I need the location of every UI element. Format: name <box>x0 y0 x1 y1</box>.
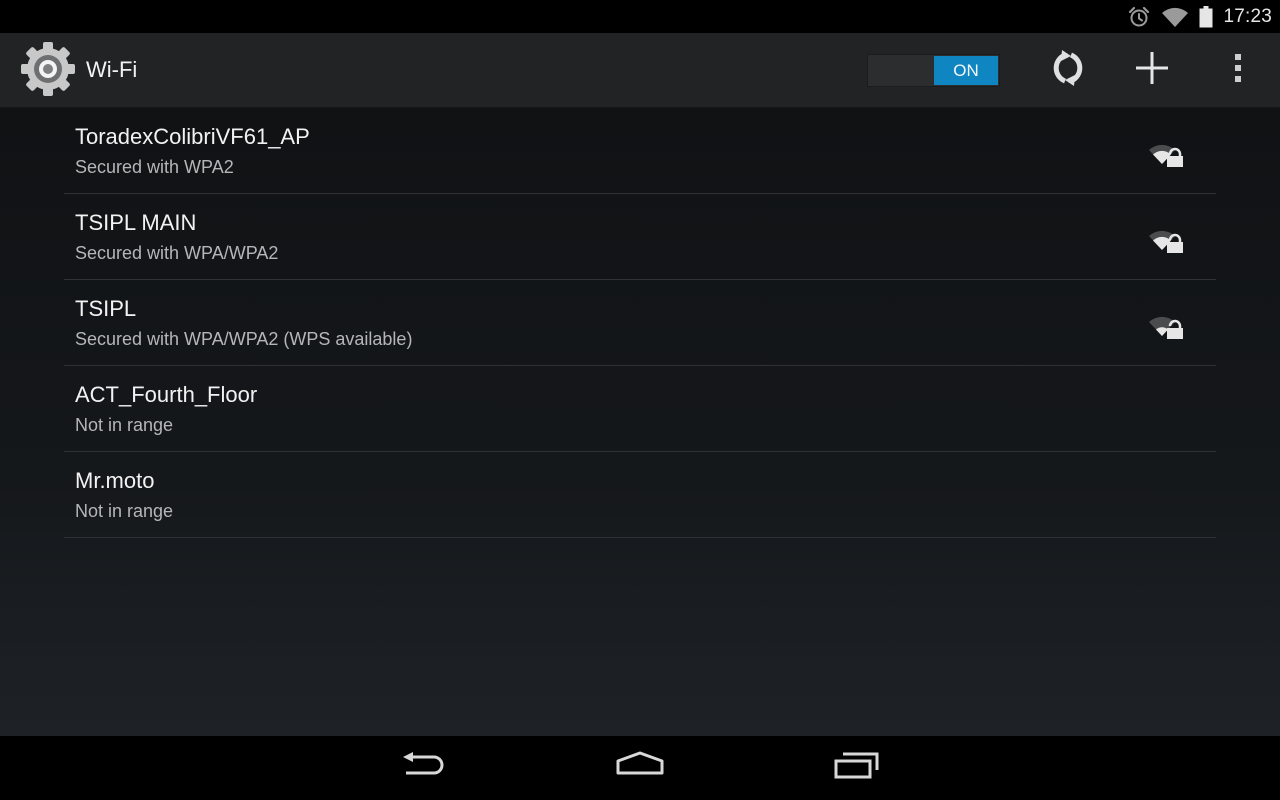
status-bar: 17:23 <box>0 0 1280 33</box>
add-network-icon <box>1135 51 1169 90</box>
back-icon <box>400 751 448 786</box>
network-status: Not in range <box>75 415 174 435</box>
network-status: Secured with WPA/WPA2 <box>75 243 279 263</box>
network-item[interactable]: TSIPL MAIN Secured with WPA/WPA2 <box>64 194 1216 280</box>
settings-gear-icon[interactable] <box>18 39 78 99</box>
recents-icon <box>833 751 881 786</box>
add-network-button[interactable] <box>1112 33 1192 107</box>
network-name: TSIPL <box>75 296 137 321</box>
action-bar: Wi-Fi ON <box>0 33 1280 108</box>
overflow-menu-button[interactable] <box>1198 33 1278 107</box>
network-list-panel: ToradexColibriVF61_AP Secured with WPA2 … <box>0 108 1280 736</box>
home-button[interactable] <box>590 736 690 800</box>
wifi-settings-screen: 17:23 Wi-Fi ON ToradexColibriVF61_AP Sec… <box>0 0 1280 800</box>
network-name: TSIPL MAIN <box>75 210 197 235</box>
navigation-bar <box>0 736 1280 800</box>
wifi-locked-icon <box>1148 138 1186 168</box>
wifi-locked-icon <box>1148 224 1186 254</box>
network-name: ToradexColibriVF61_AP <box>75 124 310 149</box>
network-item[interactable]: Mr.moto Not in range <box>64 452 1216 538</box>
network-status: Not in range <box>75 501 174 521</box>
wps-push-icon <box>1048 48 1088 93</box>
alarm-icon <box>1127 5 1151 29</box>
network-item[interactable]: ACT_Fourth_Floor Not in range <box>64 366 1216 452</box>
status-tray: 17:23 <box>1127 0 1272 33</box>
toggle-on-thumb: ON <box>934 56 998 85</box>
page-title: Wi-Fi <box>86 57 138 82</box>
wifi-signal-icon <box>1161 6 1189 28</box>
network-name: Mr.moto <box>75 468 155 493</box>
network-status: Secured with WPA2 <box>75 157 234 177</box>
back-button[interactable] <box>374 736 474 800</box>
network-item[interactable]: TSIPL Secured with WPA/WPA2 (WPS availab… <box>64 280 1216 366</box>
network-status: Secured with WPA/WPA2 (WPS available) <box>75 329 413 349</box>
wifi-toggle-switch[interactable]: ON <box>867 54 1000 87</box>
status-clock: 17:23 <box>1223 5 1272 27</box>
wifi-locked-icon <box>1148 310 1186 340</box>
recents-button[interactable] <box>807 736 907 800</box>
overflow-menu-icon <box>1233 53 1243 88</box>
network-item[interactable]: ToradexColibriVF61_AP Secured with WPA2 <box>64 108 1216 194</box>
home-icon <box>615 751 665 786</box>
battery-icon <box>1199 5 1213 28</box>
wps-push-button[interactable] <box>1028 33 1108 107</box>
network-list: ToradexColibriVF61_AP Secured with WPA2 … <box>64 108 1216 538</box>
network-name: ACT_Fourth_Floor <box>75 382 258 407</box>
